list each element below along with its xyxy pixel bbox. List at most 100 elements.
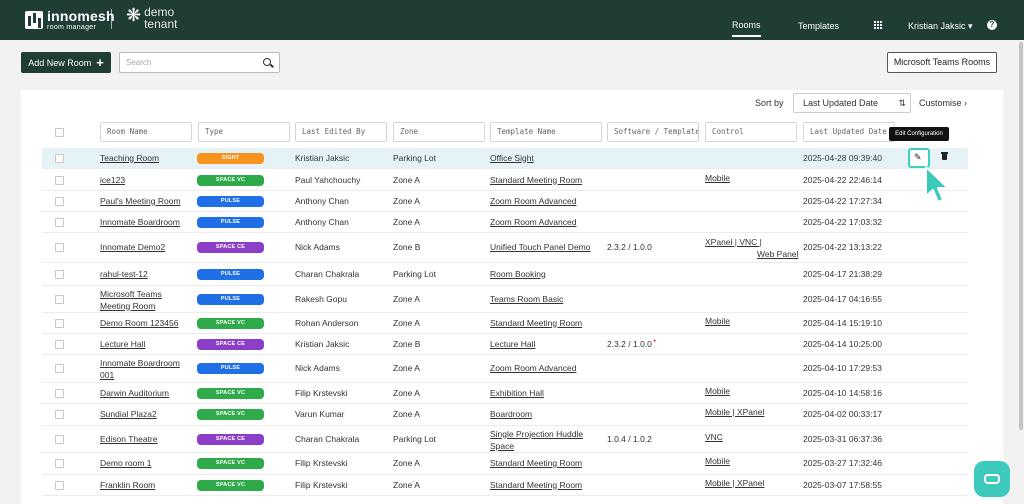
filter-control[interactable]: Control (705, 122, 797, 142)
row-checkbox[interactable] (55, 175, 64, 185)
zone: Zone A (393, 317, 420, 328)
filter-last-updated-date[interactable]: Last Updated Date (803, 122, 895, 142)
template-name-link[interactable]: Room Booking (490, 269, 546, 280)
row-checkbox[interactable] (55, 217, 64, 227)
search-input[interactable] (120, 53, 250, 72)
room-name-link[interactable]: Edison Theatre (100, 434, 158, 445)
room-name-link[interactable]: Sundial Plaza2 (100, 409, 157, 420)
filter-last-edited-by[interactable]: Last Edited By (295, 122, 387, 142)
delete-icon[interactable] (941, 152, 948, 160)
room-name-link[interactable]: Demo room 1 (100, 458, 152, 469)
last-edited-by: Nick Adams (295, 363, 340, 373)
edit-configuration-tooltip: Edit Configuration (889, 127, 949, 141)
row-checkbox[interactable] (55, 318, 64, 328)
search-icon[interactable] (263, 58, 271, 66)
software-warning-mark: * (653, 336, 657, 347)
room-name-link[interactable]: Innomate Boardroom (100, 358, 180, 369)
template-name-link[interactable]: Unified Touch Panel Demo (490, 242, 591, 253)
scrollbar-thumb[interactable] (1019, 42, 1023, 430)
pointer-cursor-icon (925, 166, 949, 203)
control-links[interactable]: Mobile (705, 173, 730, 184)
row-checkbox[interactable] (55, 364, 64, 373)
row-checkbox[interactable] (55, 459, 64, 468)
last-updated-date: 2025-04-22 13:13:22 (803, 242, 882, 252)
last-edited-by: Paul Yahchouchy (295, 174, 361, 185)
room-name-link[interactable]: Darwin Auditorium (100, 388, 169, 399)
room-name-link[interactable]: rahul-test-12 (100, 269, 148, 280)
filter-type[interactable]: Type (198, 122, 290, 142)
help-icon[interactable]: ? (987, 20, 997, 30)
zone: Zone A (393, 174, 420, 185)
template-name-link[interactable]: Zoom Room Advanced (490, 196, 576, 207)
select-all-checkbox[interactable] (55, 128, 64, 137)
template-name-link[interactable]: Standard Meeting Room (490, 175, 582, 186)
room-name-link[interactable]: Microsoft Teams (100, 289, 162, 300)
last-edited-by: Charan Chakrala (295, 268, 360, 279)
customise-button[interactable]: Customise › (919, 98, 967, 108)
template-name-link[interactable]: Zoom Room Advanced (490, 217, 576, 228)
nav-templates-link[interactable]: Templates (798, 21, 839, 31)
control-links[interactable]: Mobile (705, 316, 730, 327)
template-name-link[interactable]: Single Projection Huddle (490, 429, 583, 440)
row-checkbox[interactable] (55, 269, 64, 279)
row-checkbox[interactable] (55, 294, 64, 304)
top-nav-bar: innomesh room manager ❋ demo tenant Room… (0, 0, 1024, 40)
last-updated-date: 2025-03-27 17:32:46 (803, 458, 882, 468)
row-checkbox[interactable] (55, 243, 64, 252)
room-name-link[interactable]: ice123 (100, 175, 125, 186)
row-checkbox[interactable] (55, 410, 64, 419)
room-name-link[interactable]: Teaching Room (100, 153, 159, 164)
room-type-badge: SPACE VC (197, 317, 264, 329)
template-name-link[interactable]: Teams Room Basic (490, 294, 563, 305)
zone: Zone A (393, 479, 420, 490)
filter-room-name[interactable]: Room Name (100, 122, 192, 142)
room-name-link[interactable]: Franklin Room (100, 480, 155, 491)
room-name-link[interactable]: Demo Room 123456 (100, 318, 178, 329)
last-edited-by: Filip Krstevski (295, 458, 348, 468)
template-name-link[interactable]: Space (490, 441, 514, 452)
control-link-web-panel[interactable]: Web Panel (757, 249, 798, 260)
control-links[interactable]: Mobile | XPanel (705, 478, 764, 489)
template-name-link[interactable]: Lecture Hall (490, 339, 535, 350)
control-links[interactable]: XPanel | VNC | (705, 237, 762, 248)
template-name-link[interactable]: Exhibition Hall (490, 388, 544, 399)
row-checkbox[interactable] (55, 153, 64, 163)
row-checkbox[interactable] (55, 480, 64, 490)
user-menu[interactable]: Kristian Jaksic ▾ (908, 21, 973, 32)
template-name-link[interactable]: Zoom Room Advanced (490, 363, 576, 374)
row-checkbox[interactable] (55, 388, 64, 398)
control-links[interactable]: Mobile | XPanel (705, 407, 764, 418)
template-name-link[interactable]: Boardroom (490, 409, 532, 420)
template-name-link[interactable]: Standard Meeting Room (490, 318, 582, 329)
zone: Zone B (393, 338, 421, 349)
last-edited-by: Kristian Jaksic (295, 152, 350, 163)
row-checkbox[interactable] (55, 196, 64, 206)
sort-select[interactable]: Last Updated Date ⇅ (793, 93, 911, 113)
room-name-link[interactable]: Meeting Room (100, 301, 155, 312)
add-new-room-button[interactable]: Add New Room + (21, 52, 111, 73)
template-name-link[interactable]: Standard Meeting Room (490, 480, 582, 491)
microsoft-teams-rooms-button[interactable]: Microsoft Teams Rooms (887, 52, 997, 73)
room-name-link[interactable]: Innomate Boardroom (100, 217, 180, 228)
sort-direction-icon[interactable]: ⇅ (898, 94, 906, 112)
template-name-link[interactable]: Office Sight (490, 153, 534, 164)
room-name-link[interactable]: 001 (100, 370, 114, 381)
control-links[interactable]: Mobile (705, 456, 730, 467)
control-links[interactable]: Mobile (705, 386, 730, 397)
room-name-link[interactable]: Innomate Demo2 (100, 242, 165, 253)
room-name-link[interactable]: Paul's Meeting Room (100, 196, 181, 207)
filter-software-template[interactable]: Software / Template (607, 122, 699, 142)
innomesh-logo[interactable]: innomesh room manager (25, 9, 115, 31)
room-name-link[interactable]: Lecture Hall (100, 339, 145, 350)
filter-template-name[interactable]: Template Name (490, 122, 602, 142)
chat-support-button[interactable] (974, 461, 1010, 497)
control-links[interactable]: VNC (705, 432, 723, 443)
room-type-badge: SPACE VC (197, 387, 264, 399)
template-name-link[interactable]: Standard Meeting Room (490, 458, 582, 469)
nav-rooms-link[interactable]: Rooms (732, 20, 761, 37)
row-checkbox[interactable] (55, 434, 64, 444)
apps-grid-icon[interactable] (874, 21, 883, 30)
tenant-logo: ❋ demo tenant (126, 6, 177, 30)
filter-zone[interactable]: Zone (393, 122, 485, 142)
row-checkbox[interactable] (55, 339, 64, 349)
